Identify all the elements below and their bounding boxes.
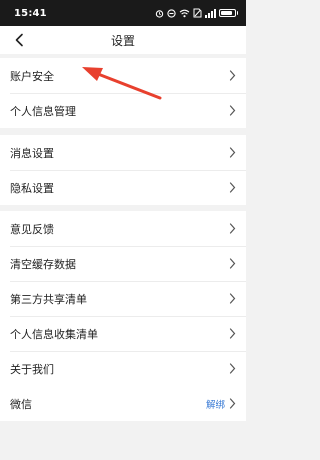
battery-icon bbox=[218, 9, 238, 17]
settings-item-label: 关于我们 bbox=[10, 362, 54, 376]
chevron-right-icon bbox=[229, 328, 236, 339]
chevron-right-icon bbox=[229, 223, 236, 234]
settings-item-label: 第三方共享清单 bbox=[10, 292, 87, 306]
chevron-right-icon bbox=[229, 258, 236, 269]
chevron-left-icon bbox=[15, 33, 23, 47]
settings-item-about[interactable]: 关于我们 bbox=[0, 351, 246, 386]
settings-item-third-party-sharing[interactable]: 第三方共享清单 bbox=[0, 281, 246, 316]
settings-item-clear-cache[interactable]: 清空缓存数据 bbox=[0, 246, 246, 281]
settings-item-label: 清空缓存数据 bbox=[10, 257, 76, 271]
settings-item-label: 隐私设置 bbox=[10, 181, 54, 195]
settings-item-right: 解绑 bbox=[206, 397, 236, 411]
chevron-right-icon bbox=[229, 293, 236, 304]
settings-item-info-collection[interactable]: 个人信息收集清单 bbox=[0, 316, 246, 351]
settings-item-label: 意见反馈 bbox=[10, 222, 54, 236]
unbind-link[interactable]: 解绑 bbox=[206, 397, 225, 411]
settings-item-label: 个人信息收集清单 bbox=[10, 327, 98, 341]
settings-item-feedback[interactable]: 意见反馈 bbox=[0, 211, 246, 246]
settings-group-misc: 意见反馈 清空缓存数据 第三方共享清单 个人信息收集清单 关于我们 bbox=[0, 211, 246, 386]
status-icons bbox=[155, 8, 238, 18]
settings-group-account: 账户安全 个人信息管理 bbox=[0, 58, 246, 128]
page-title: 设置 bbox=[110, 33, 135, 48]
nav-bar: 设置 bbox=[0, 26, 246, 54]
settings-item-label: 消息设置 bbox=[10, 146, 54, 160]
status-time: 15:41 bbox=[14, 7, 47, 19]
chevron-right-icon bbox=[229, 105, 236, 116]
chevron-right-icon bbox=[229, 182, 236, 193]
settings-item-label: 个人信息管理 bbox=[10, 104, 76, 118]
chevron-right-icon bbox=[229, 70, 236, 81]
settings-item-personal-info[interactable]: 个人信息管理 bbox=[0, 93, 246, 128]
status-bar: 15:41 bbox=[0, 0, 246, 26]
settings-item-privacy[interactable]: 隐私设置 bbox=[0, 170, 246, 205]
wifi-icon bbox=[179, 9, 189, 17]
alarm-icon bbox=[155, 9, 163, 18]
do-not-disturb-icon bbox=[166, 8, 176, 18]
settings-group-notifications: 消息设置 隐私设置 bbox=[0, 135, 246, 205]
settings-item-wechat[interactable]: 微信 解绑 bbox=[0, 386, 246, 421]
settings-item-label: 账户安全 bbox=[10, 69, 54, 83]
settings-item-message[interactable]: 消息设置 bbox=[0, 135, 246, 170]
back-button[interactable] bbox=[10, 31, 28, 49]
chevron-right-icon bbox=[229, 147, 236, 158]
settings-group-bindings: 微信 解绑 bbox=[0, 386, 246, 421]
settings-item-label: 微信 bbox=[10, 397, 32, 411]
signal-icon bbox=[204, 8, 216, 18]
sim-disabled-icon bbox=[193, 8, 201, 18]
chevron-right-icon bbox=[229, 363, 236, 374]
settings-item-account-security[interactable]: 账户安全 bbox=[0, 58, 246, 93]
chevron-right-icon bbox=[229, 398, 236, 409]
